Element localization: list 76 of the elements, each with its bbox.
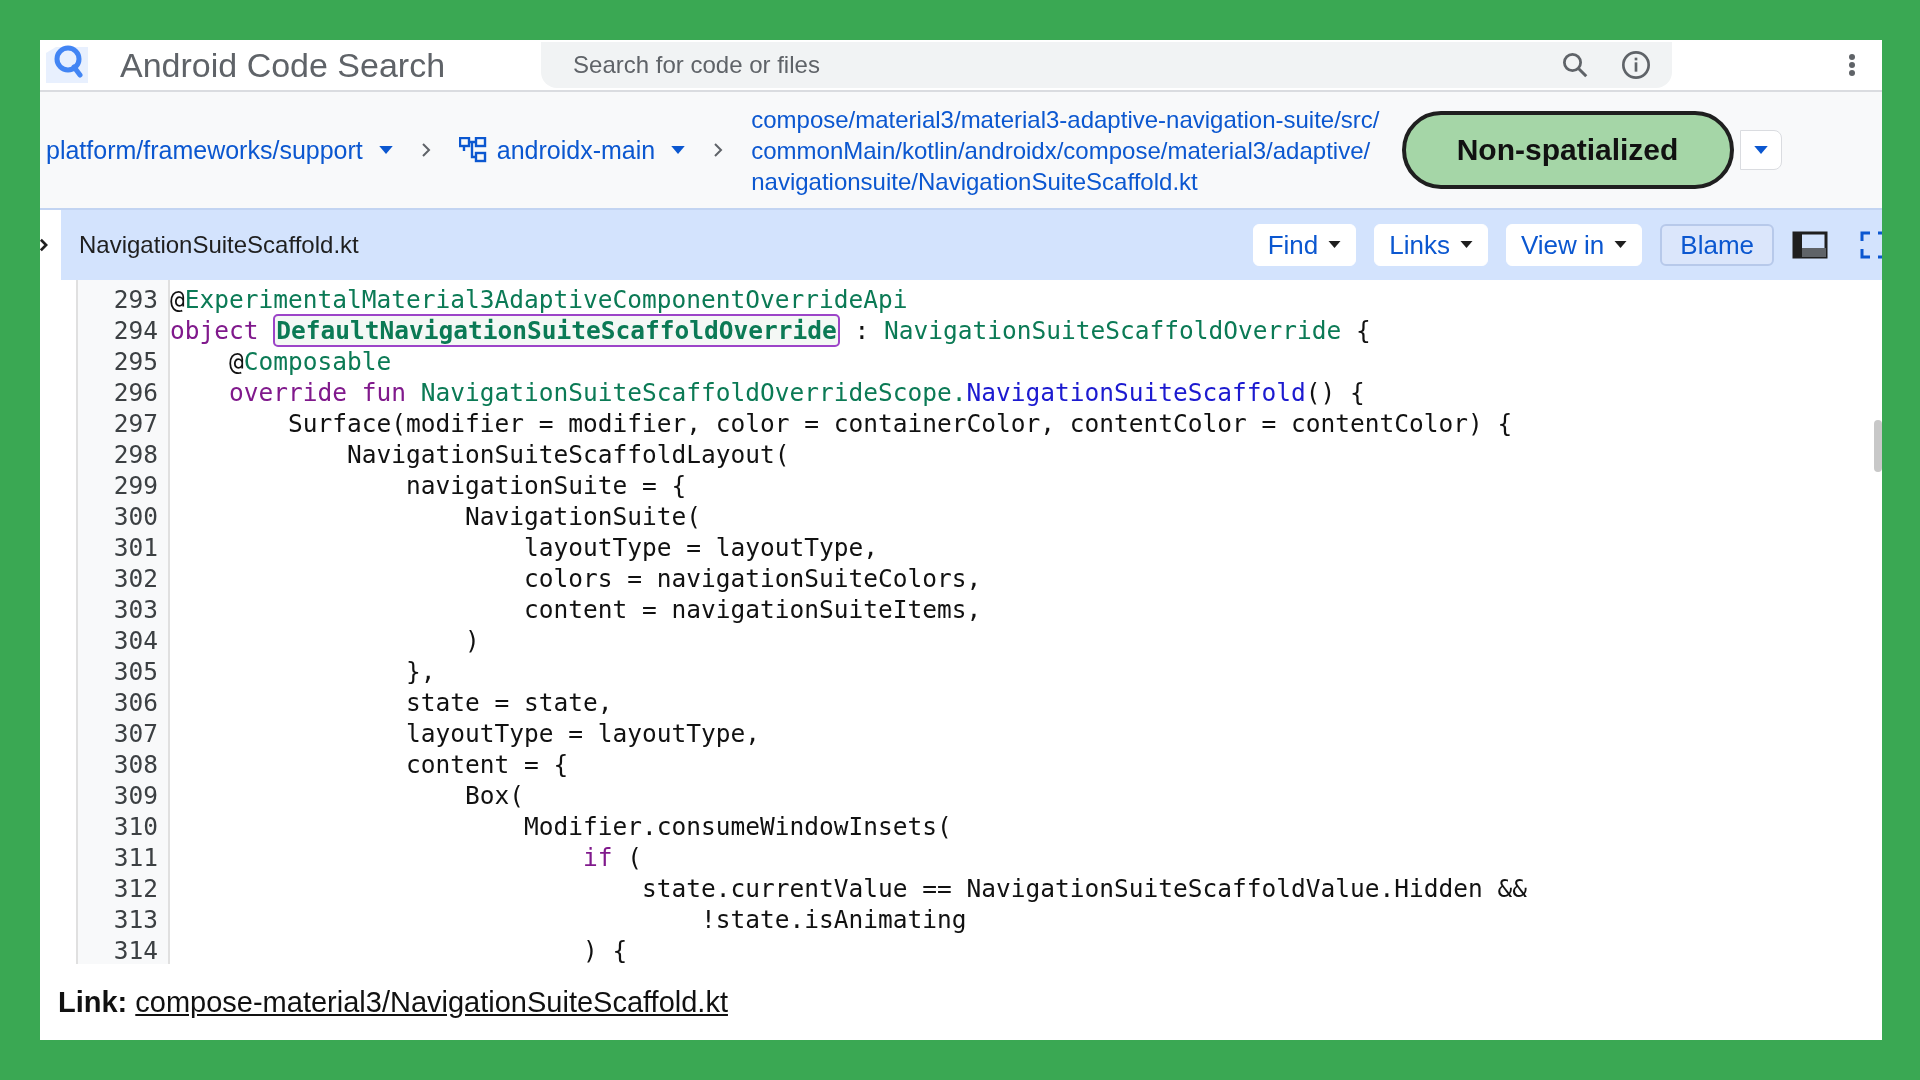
line-number: 303 bbox=[112, 595, 159, 624]
fullscreen-icon[interactable] bbox=[1860, 231, 1882, 259]
code-line: override fun NavigationSuiteScaffoldOverrideScope.NavigationSuiteScaffold() { bbox=[228, 378, 1365, 407]
line-number: 296 bbox=[112, 378, 159, 407]
line-number: 307 bbox=[112, 719, 159, 748]
line-number: 311 bbox=[112, 843, 159, 872]
line-number: 299 bbox=[112, 471, 159, 500]
caret-icon bbox=[1614, 241, 1628, 249]
scrollbar-thumb[interactable] bbox=[1874, 420, 1882, 472]
caret-icon bbox=[1753, 145, 1768, 155]
app-title: Android Code Search bbox=[120, 45, 446, 85]
path-link[interactable]: navigationsuite/NavigationSuiteScaffold.kt bbox=[751, 165, 1380, 197]
code-line: }, bbox=[405, 657, 436, 686]
more-icon[interactable] bbox=[1848, 53, 1856, 77]
code-line: layoutType = layoutType, bbox=[405, 719, 760, 748]
line-number: 301 bbox=[112, 533, 159, 562]
link-label: Link: bbox=[58, 985, 128, 1019]
code-line: !state.isAnimating bbox=[700, 905, 967, 934]
code-line: Box( bbox=[464, 781, 524, 810]
line-number: 300 bbox=[112, 502, 159, 531]
line-number: 312 bbox=[112, 874, 159, 903]
code-line: content = navigationSuiteItems, bbox=[523, 595, 982, 624]
line-number: 295 bbox=[112, 347, 159, 376]
line-number: 309 bbox=[112, 781, 159, 810]
code-line: ) bbox=[464, 626, 480, 655]
code-line: state.currentValue == NavigationSuiteScaffoldValue.Hidden && bbox=[641, 874, 1528, 903]
code-line: layoutType = layoutType, bbox=[523, 533, 878, 562]
line-number: 314 bbox=[112, 936, 159, 964]
path-link[interactable]: commonMain/kotlin/androidx/compose/material3/adaptive/ bbox=[751, 134, 1380, 166]
line-number: 298 bbox=[112, 440, 159, 469]
caret-icon bbox=[1328, 241, 1342, 249]
chevron-icon[interactable] bbox=[40, 238, 48, 252]
toolbar-button[interactable]: Blame bbox=[1660, 224, 1774, 266]
search-field[interactable]: Search for code or files bbox=[541, 42, 1673, 88]
line-number: 294 bbox=[112, 316, 159, 345]
toolbar-button[interactable]: Find bbox=[1252, 224, 1357, 266]
caret-icon bbox=[1459, 241, 1473, 249]
line-number: 293 bbox=[112, 285, 159, 314]
file-name: NavigationSuiteScaffold.kt bbox=[79, 231, 359, 259]
code-line: @Composable bbox=[228, 347, 392, 376]
line-number: 302 bbox=[112, 564, 159, 593]
caret-icon[interactable] bbox=[671, 145, 686, 155]
code-line: state = state, bbox=[405, 688, 613, 717]
chevron-icon bbox=[420, 142, 431, 158]
code-line: NavigationSuiteScaffoldLayout( bbox=[346, 440, 790, 469]
code-line: content = { bbox=[405, 750, 569, 779]
code-line: @ExperimentalMaterial3AdaptiveComponentOverrideApi bbox=[169, 285, 908, 314]
branch-icon bbox=[458, 137, 487, 163]
branch-link[interactable]: androidx-main bbox=[496, 135, 656, 165]
line-number: 304 bbox=[112, 626, 159, 655]
line-number: 308 bbox=[112, 750, 159, 779]
mode-button[interactable]: Non-spatialized bbox=[1401, 111, 1734, 189]
line-number: 310 bbox=[112, 812, 159, 841]
caret-icon[interactable] bbox=[378, 145, 393, 155]
repo-link[interactable]: platform/frameworks/support bbox=[46, 135, 363, 165]
code-line: Modifier.consumeWindowInsets( bbox=[523, 812, 952, 841]
line-number: 306 bbox=[112, 688, 159, 717]
code-line: NavigationSuite( bbox=[464, 502, 701, 531]
code-line: object DefaultNavigationSuiteScaffoldOverride : NavigationSuiteScaffoldOverride { bbox=[169, 316, 1371, 345]
dropdown-button[interactable] bbox=[1739, 130, 1782, 170]
path-link[interactable]: compose/material3/material3-adaptive-navigation-suite/src/ bbox=[751, 103, 1380, 135]
code-line: navigationSuite = { bbox=[405, 471, 687, 500]
toolbar-button[interactable]: View in bbox=[1505, 224, 1643, 266]
line-number: 297 bbox=[112, 409, 159, 438]
layout-icon[interactable] bbox=[1792, 231, 1828, 259]
line-number: 305 bbox=[112, 657, 159, 686]
toolbar-button[interactable]: Links bbox=[1374, 224, 1488, 266]
code-line: ) { bbox=[582, 936, 628, 964]
code-line: Surface(modifier = modifier, color = containerColor, contentColor = contentColor) { bbox=[287, 409, 1513, 438]
line-number: 313 bbox=[112, 905, 159, 934]
code-line: if ( bbox=[582, 843, 643, 872]
file-link[interactable]: compose-material3/NavigationSuiteScaffold.kt bbox=[135, 985, 728, 1019]
chevron-icon bbox=[713, 142, 724, 158]
info-icon[interactable] bbox=[1620, 49, 1653, 81]
code-line: colors = navigationSuiteColors, bbox=[523, 564, 982, 593]
search-input[interactable]: Search for code or files bbox=[571, 50, 1531, 80]
